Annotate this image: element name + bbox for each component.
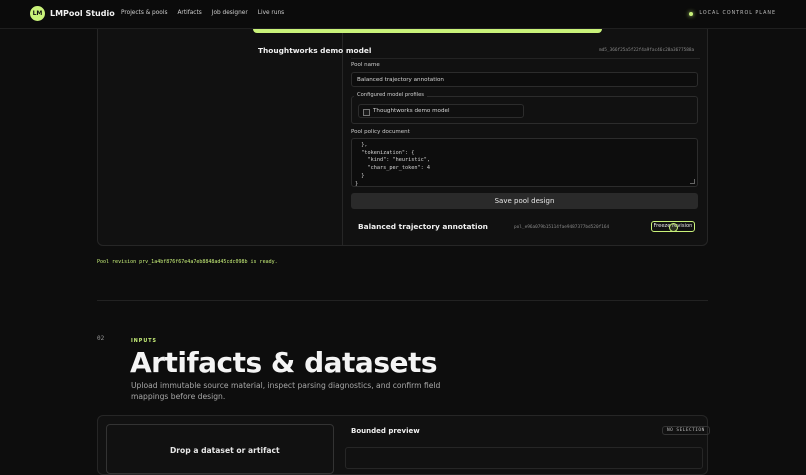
main-nav: Projects & pools Artifacts Job designer …	[121, 10, 284, 16]
top-nav-bar: LM LMPool Studio Projects & pools Artifa…	[0, 0, 806, 29]
profile-option-label: Thoughtworks demo model	[373, 108, 450, 114]
preview-panel	[345, 447, 703, 469]
logo-badge[interactable]: LM	[30, 6, 45, 21]
control-plane-status: LOCAL CONTROL PLANE	[689, 11, 776, 16]
model-profiles-legend: Configured model profiles	[354, 92, 427, 98]
section-subtitle: Upload immutable source material, inspec…	[131, 381, 441, 401]
save-pool-design-button[interactable]: Save pool design	[351, 193, 698, 209]
status-dot-icon	[689, 11, 694, 16]
revision-ready-message: Pool revision prv_1a4bf876f67e4a7eb8848a…	[97, 259, 278, 265]
nav-projects-pools[interactable]: Projects & pools	[121, 10, 167, 16]
section-number: 02	[97, 335, 105, 342]
nav-live-runs[interactable]: Live runs	[258, 10, 284, 16]
pool-design-hash: pol_e96a079b15114fae9487377bd520f164	[514, 225, 610, 230]
pool-name-input[interactable]: Balanced trajectory annotation	[351, 72, 698, 87]
drop-zone-title: Drop a dataset or artifact	[170, 446, 280, 455]
preview-status-badge: NO SELECTION	[662, 426, 710, 435]
pool-design-title: Balanced trajectory annotation	[358, 222, 488, 231]
cursor-indicator-icon	[669, 223, 678, 232]
model-section-rule	[351, 58, 700, 59]
brand-name[interactable]: LMPool Studio	[50, 9, 115, 18]
nav-job-designer[interactable]: Job designer	[212, 10, 248, 16]
section-divider	[97, 300, 708, 301]
card-divider	[342, 0, 343, 245]
section-eyebrow: INPUTS	[131, 339, 157, 344]
model-profile-hash: md5_366f25a5f22f4a9fac46c28a3677588a	[599, 48, 695, 53]
policy-document-textarea[interactable]: }, }, "tokenization": { "kind": "heurist…	[351, 138, 698, 187]
policy-document-label: Pool policy document	[351, 129, 410, 135]
resize-handle-icon[interactable]	[690, 179, 695, 184]
pool-name-label: Pool name	[351, 62, 380, 68]
profile-checkbox[interactable]	[363, 109, 370, 116]
profile-option-thoughtworks[interactable]: Thoughtworks demo model	[358, 104, 524, 118]
policy-document-text: }, }, "tokenization": { "kind": "heurist…	[355, 139, 430, 187]
bounded-preview-title: Bounded preview	[351, 427, 420, 435]
model-profile-title: Thoughtworks demo model	[258, 46, 372, 55]
status-label: LOCAL CONTROL PLANE	[699, 11, 776, 16]
nav-artifacts[interactable]: Artifacts	[177, 10, 201, 16]
section-title: Artifacts & datasets	[130, 346, 438, 379]
